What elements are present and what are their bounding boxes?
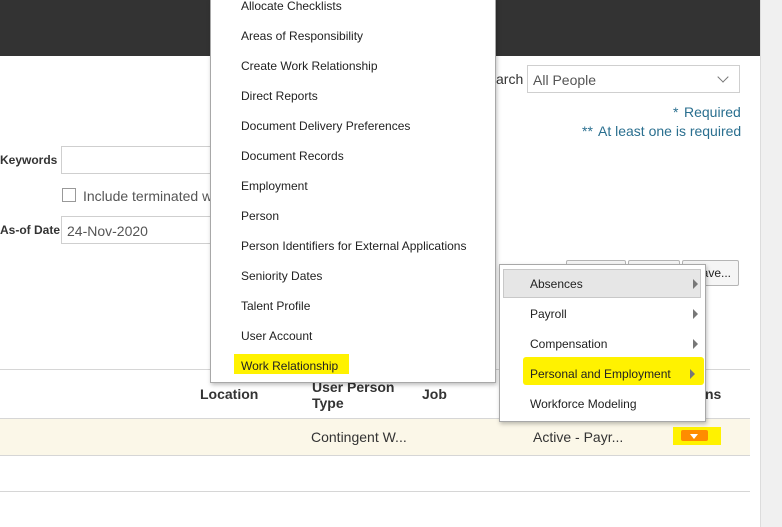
row-bottom-border <box>0 455 750 456</box>
chevron-down-icon <box>717 71 729 83</box>
col-header-user-person-type-2: Type <box>312 395 344 411</box>
search-people-value: All People <box>533 72 597 88</box>
table-bottom-border <box>0 491 750 492</box>
col-header-job[interactable]: Job <box>422 386 447 402</box>
submenu-arrow-icon <box>693 339 698 349</box>
submenu-arrow-icon <box>693 279 698 289</box>
keywords-input[interactable] <box>61 146 221 174</box>
cell-user-person-type: Contingent W... <box>311 429 407 445</box>
submenu-item-absences[interactable]: Absences <box>530 277 583 291</box>
cell-assignment-status: Active - Payr... <box>533 429 624 445</box>
menu-item-employment[interactable]: Employment <box>241 179 308 193</box>
at-least-one-stars: ** <box>582 123 593 139</box>
submenu-item-personal-and-employment[interactable]: Personal and Employment <box>530 367 671 381</box>
col-header-location[interactable]: Location <box>200 386 258 402</box>
required-note: Required <box>684 104 741 120</box>
at-least-one-note: At least one is required <box>598 123 742 139</box>
asof-date-label: As-of Date <box>0 223 61 237</box>
actions-menu-primary: Allocate Checklists Areas of Responsibil… <box>210 0 496 383</box>
menu-item-seniority-dates[interactable]: Seniority Dates <box>241 269 322 283</box>
save-button-label: ave... <box>701 266 731 280</box>
submenu-item-payroll[interactable]: Payroll <box>530 307 567 321</box>
search-people-select[interactable]: All People <box>527 65 740 93</box>
menu-item-areas-of-responsibility[interactable]: Areas of Responsibility <box>241 29 363 43</box>
required-star: * <box>673 104 679 120</box>
menu-item-person[interactable]: Person <box>241 209 279 223</box>
submenu-arrow-icon <box>693 309 698 319</box>
menu-item-create-work-relationship[interactable]: Create Work Relationship <box>241 59 378 73</box>
submenu-item-compensation[interactable]: Compensation <box>530 337 607 351</box>
menu-item-document-records[interactable]: Document Records <box>241 149 344 163</box>
asof-date-input[interactable]: 24-Nov-2020 <box>61 216 221 244</box>
menu-item-talent-profile[interactable]: Talent Profile <box>241 299 310 313</box>
asof-date-value: 24-Nov-2020 <box>67 223 148 239</box>
menu-item-person-identifiers[interactable]: Person Identifiers for External Applicat… <box>241 239 466 253</box>
include-terminated-label: Include terminated w <box>83 188 213 204</box>
actions-menu-secondary: Absences Payroll Compensation Personal a… <box>499 264 706 422</box>
actions-dropdown-icon <box>681 430 708 441</box>
menu-item-direct-reports[interactable]: Direct Reports <box>241 89 318 103</box>
submenu-item-workforce-modeling[interactable]: Workforce Modeling <box>530 397 637 411</box>
menu-item-user-account[interactable]: User Account <box>241 329 312 343</box>
include-terminated-checkbox[interactable] <box>62 188 76 202</box>
search-label: arch <box>496 71 524 87</box>
keywords-label: Keywords <box>0 153 58 167</box>
menu-item-work-relationship[interactable]: Work Relationship <box>241 359 338 373</box>
menu-item-allocate-checklists[interactable]: Allocate Checklists <box>241 0 342 13</box>
menu-item-document-delivery-preferences[interactable]: Document Delivery Preferences <box>241 119 410 133</box>
actions-button[interactable] <box>673 427 721 445</box>
vertical-scrollbar[interactable] <box>760 0 782 527</box>
col-header-actions: ns <box>705 386 722 402</box>
submenu-arrow-icon <box>690 369 695 379</box>
